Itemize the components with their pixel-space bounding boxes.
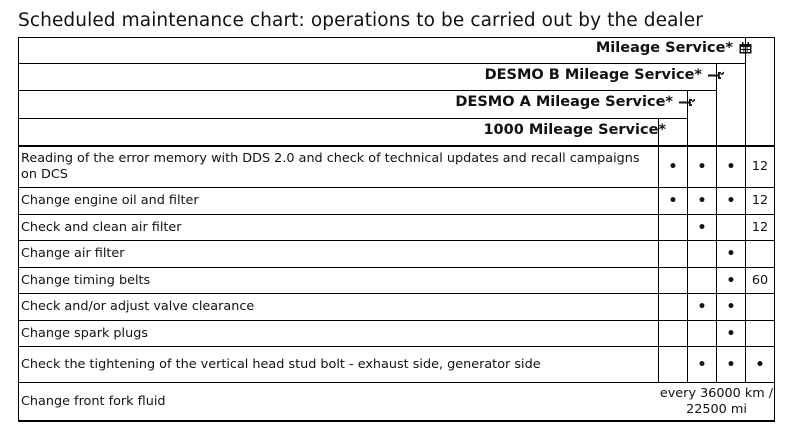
table-bottom-border: [19, 420, 774, 422]
cell-mileage: 12: [751, 219, 769, 235]
table-row: Change engine oil and filter: [21, 193, 199, 208]
cell-desmo-a: •: [697, 219, 707, 236]
cell-mileage: 12: [751, 159, 769, 174]
cell-mileage: [746, 321, 774, 346]
cell-mileage: 60: [751, 272, 769, 288]
table-row: Reading of the error memory with DDS 2.0…: [21, 151, 640, 182]
cell-mileage: 12: [751, 193, 769, 208]
cell-desmo-a: •: [697, 299, 707, 315]
header-desmo-b-label: DESMO B Mileage Service*: [484, 67, 702, 83]
cell-desmo-b: •: [726, 193, 736, 209]
cell-1000: [659, 321, 687, 346]
cell-desmo-a: •: [697, 356, 707, 373]
header-mileage-service-label: Mileage Service*: [595, 40, 733, 56]
cell-merged-interval: every 36000 km / 22500 mi: [659, 385, 774, 417]
page-title: Scheduled maintenance chart: operations …: [18, 10, 703, 31]
cell-desmo-a: [688, 268, 716, 293]
maintenance-table: Mileage Service* DESMO B Mileage Service…: [18, 37, 775, 422]
cell-desmo-b: [717, 215, 745, 240]
table-row: Change front fork fluid: [21, 393, 166, 409]
header-desmo-b: DESMO B Mileage Service*: [485, 64, 724, 86]
cell-desmo-a: [688, 321, 716, 346]
cell-mileage: [746, 294, 774, 320]
cell-desmo-b: •: [726, 159, 736, 175]
cell-desmo-b: •: [726, 246, 736, 262]
table-row: Change spark plugs: [21, 325, 149, 341]
cell-mileage: [746, 241, 774, 267]
cell-1000: •: [668, 159, 678, 175]
table-row: Check and/or adjust valve clearance: [21, 299, 255, 314]
header-desmo-a-label: DESMO A Mileage Service*: [455, 94, 673, 110]
table-row: Change air filter: [21, 246, 125, 261]
cell-desmo-a: •: [697, 159, 707, 175]
cell-desmo-b: •: [726, 272, 736, 289]
table-row: Check and clean air filter: [21, 219, 182, 235]
cell-desmo-a: [688, 241, 716, 267]
table-row: Check the tightening of the vertical hea…: [21, 356, 541, 372]
cell-1000: [659, 268, 687, 293]
cell-1000: [659, 215, 687, 240]
cell-1000: •: [668, 193, 678, 209]
table-row: Change timing belts: [21, 272, 151, 288]
cell-desmo-b: •: [726, 356, 736, 373]
cell-desmo-b: •: [726, 325, 736, 342]
header-1000-service: 1000 Mileage Service*: [483, 119, 666, 141]
header-mileage-service: Mileage Service*: [596, 37, 752, 59]
cell-desmo-b: •: [726, 299, 736, 315]
cell-mileage: •: [755, 356, 765, 373]
cell-1000: [659, 347, 687, 382]
cell-desmo-a: •: [697, 193, 707, 209]
cell-1000: [659, 241, 687, 267]
header-desmo-a: DESMO A Mileage Service*: [455, 91, 695, 113]
cell-1000: [659, 294, 687, 320]
header-1000-service-label: 1000 Mileage Service*: [483, 122, 666, 138]
